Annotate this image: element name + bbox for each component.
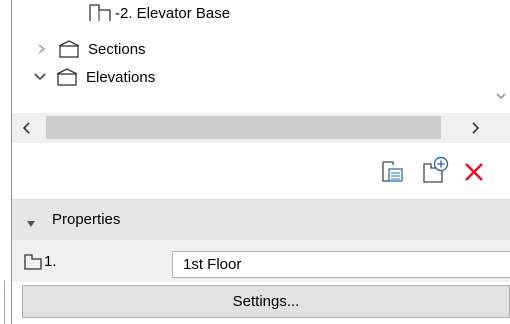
chevron-right-icon[interactable] xyxy=(36,43,48,55)
section-folder-icon xyxy=(58,40,80,58)
properties-title: Properties xyxy=(52,211,121,228)
tree-item-label: -2. Elevator Base xyxy=(115,4,231,22)
scroll-left-icon[interactable] xyxy=(22,121,32,139)
panel-left-marker xyxy=(4,280,5,324)
new-story-icon[interactable] xyxy=(422,156,450,188)
tree-item-label: Sections xyxy=(88,40,146,58)
tree-item-elevations[interactable]: Elevations xyxy=(12,64,510,90)
delete-icon[interactable] xyxy=(464,162,484,186)
story-number: 1. xyxy=(44,253,57,270)
settings-button[interactable]: Settings... xyxy=(22,285,510,318)
scroll-right-icon[interactable] xyxy=(470,121,480,139)
tree-item-label: Elevations xyxy=(86,68,156,86)
horizontal-scroll-thumb[interactable] xyxy=(46,116,441,139)
elevation-folder-icon xyxy=(56,68,78,86)
view-settings-icon[interactable] xyxy=(380,160,404,188)
vertical-scrollbar[interactable] xyxy=(490,0,510,113)
navigator-tree: -2. Elevator Base Sections Elevations xyxy=(12,0,510,113)
navigator-toolbar xyxy=(12,143,510,199)
tree-item-elevator-base[interactable]: -2. Elevator Base xyxy=(12,0,510,26)
collapse-triangle-icon[interactable] xyxy=(26,215,36,232)
properties-header[interactable]: Properties xyxy=(12,199,510,240)
story-name-field[interactable]: 1st Floor xyxy=(172,251,510,278)
scroll-down-icon[interactable] xyxy=(495,88,507,105)
chevron-down-icon[interactable] xyxy=(33,71,47,83)
story-icon xyxy=(89,4,111,22)
tree-item-sections[interactable]: Sections xyxy=(12,36,510,62)
story-icon xyxy=(24,254,42,274)
